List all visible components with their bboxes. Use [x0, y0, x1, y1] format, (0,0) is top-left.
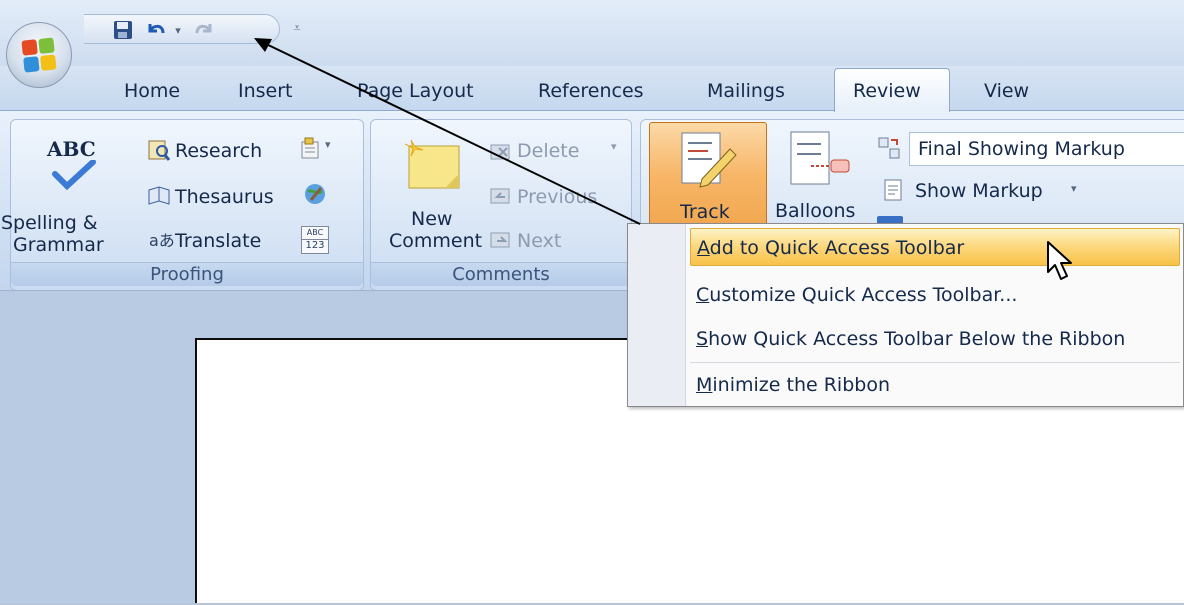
tab-home[interactable]: Home — [124, 80, 180, 110]
show-markup-label: Show Markup — [915, 180, 1043, 202]
balloons-icon — [790, 131, 850, 185]
word-count-icon-text-top: ABC — [306, 228, 324, 237]
delete-comment-label: Delete — [517, 140, 580, 162]
thesaurus-label: Thesaurus — [175, 186, 274, 208]
research-button[interactable]: Research — [145, 138, 295, 166]
undo-icon[interactable] — [144, 20, 168, 40]
quick-access-toolbar: ▾ — [84, 14, 280, 44]
next-comment-icon — [490, 232, 510, 248]
menu-accel-add: A — [697, 237, 710, 259]
word-count-icon[interactable]: ABC 123 — [301, 226, 329, 254]
menu-accel-minimize: M — [696, 374, 713, 396]
menu-label-minimize-rest: inimize the Ribbon — [712, 374, 890, 396]
menu-item-customize-qat[interactable]: Customize Quick Access Toolbar... — [690, 276, 1180, 314]
tab-insert[interactable]: Insert — [238, 80, 293, 110]
office-logo-icon — [21, 37, 57, 73]
redo-icon[interactable] — [192, 20, 216, 40]
display-for-review-dropdown[interactable]: Final Showing Markup — [877, 132, 1184, 166]
qat-context-menu: Add to Quick Access Toolbar Customize Qu… — [627, 223, 1184, 407]
menu-accel-show: S — [696, 328, 709, 350]
thesaurus-button[interactable]: Thesaurus — [145, 182, 295, 210]
display-for-review-icon — [878, 137, 900, 159]
previous-comment-label: Previous — [517, 186, 598, 208]
spelling-label-line1: Spelling & — [1, 212, 98, 234]
menu-item-show-qat-below[interactable]: Show Quick Access Toolbar Below the Ribb… — [690, 320, 1180, 358]
undo-dropdown-icon[interactable]: ▾ — [172, 20, 184, 40]
spelling-grammar-button[interactable]: ABC Spelling & Grammar — [1, 120, 137, 260]
delete-comment-icon — [490, 144, 510, 160]
new-comment-label-line2: Comment — [389, 230, 483, 252]
group-comments: New Comment Delete ▾ Previous Next Comme… — [370, 119, 632, 291]
show-markup-dropdown-icon: ▾ — [1071, 182, 1077, 195]
track-changes-icon — [681, 132, 737, 188]
delete-dropdown-icon: ▾ — [611, 140, 617, 153]
set-language-button[interactable]: ▾ — [299, 136, 341, 164]
menu-separator — [690, 362, 1180, 363]
research-label: Research — [175, 140, 263, 162]
tab-mailings[interactable]: Mailings — [707, 80, 785, 110]
delete-comment-button[interactable]: Delete ▾ — [489, 138, 629, 166]
tab-page-layout[interactable]: Page Layout — [357, 80, 474, 110]
translate-button[interactable]: aあ Translate — [145, 226, 295, 254]
translate-icon: aあ — [149, 231, 175, 250]
menu-label-customize-rest: ustomize Quick Access Toolbar... — [709, 284, 1018, 306]
customize-qat-icon[interactable]: ⩡ — [290, 20, 304, 38]
translate-label: Translate — [175, 230, 262, 252]
checkmark-icon — [52, 160, 96, 190]
save-icon[interactable] — [112, 20, 134, 40]
menu-item-minimize-ribbon[interactable]: Minimize the Ribbon — [690, 366, 1180, 404]
next-comment-button[interactable]: Next — [489, 226, 629, 254]
show-markup-icon — [884, 179, 902, 201]
menu-item-add-to-qat[interactable]: Add to Quick Access Toolbar — [690, 228, 1180, 266]
track-changes-label: Track — [680, 201, 730, 223]
spelling-label-line2: Grammar — [13, 234, 104, 256]
display-for-review-value: Final Showing Markup — [918, 138, 1125, 160]
research-icon — [148, 140, 171, 161]
new-comment-icon — [404, 139, 460, 189]
balloons-label: Balloons — [775, 200, 856, 222]
menu-label-show-rest: how Quick Access Toolbar Below the Ribbo… — [708, 328, 1126, 350]
menu-label-add-rest: dd to Quick Access Toolbar — [709, 237, 965, 259]
set-language-icon — [301, 137, 319, 159]
office-button[interactable] — [6, 22, 72, 88]
word-count-icon-text-bottom: 123 — [302, 239, 328, 252]
menu-icon-gutter — [628, 224, 686, 406]
previous-comment-button[interactable]: Previous — [489, 182, 629, 210]
group-proofing: ABC Spelling & Grammar Research Thesauru… — [1, 119, 364, 291]
tab-view[interactable]: View — [984, 80, 1029, 110]
new-comment-button[interactable]: New Comment — [371, 120, 483, 260]
mouse-pointer-icon — [1047, 241, 1072, 280]
thesaurus-icon — [148, 186, 170, 205]
show-markup-dropdown[interactable]: Show Markup ▾ — [877, 176, 1117, 206]
tab-references[interactable]: References — [538, 80, 644, 110]
translation-tooltip-icon[interactable] — [303, 182, 327, 206]
next-comment-label: Next — [517, 230, 562, 252]
new-comment-label-line1: New — [411, 208, 453, 230]
tab-review[interactable]: Review — [853, 80, 921, 110]
group-label-proofing: Proofing — [11, 262, 363, 286]
word-window: ▾ ⩡ Home Insert Page Layout References M… — [0, 0, 1184, 605]
spelling-abc-icon-text: ABC — [47, 137, 96, 161]
set-language-dropdown-icon: ▾ — [325, 138, 331, 151]
group-label-comments: Comments — [371, 262, 631, 286]
previous-comment-icon — [490, 188, 510, 204]
menu-accel-customize: C — [696, 284, 710, 306]
display-for-review-field[interactable]: Final Showing Markup — [909, 132, 1184, 166]
